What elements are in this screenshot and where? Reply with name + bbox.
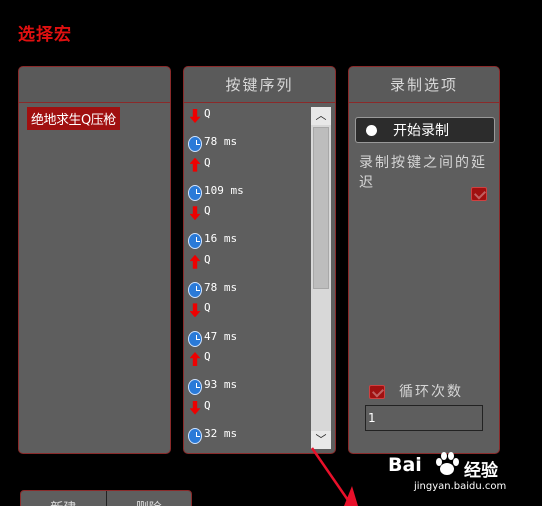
watermark-url: jingyan.baidu.com xyxy=(414,481,507,492)
watermark-cn-text: 经验 xyxy=(464,461,498,481)
baidu-watermark: Bai 经验 jingyan.baidu.com xyxy=(388,448,538,498)
watermark-logo-text: Bai xyxy=(388,454,422,476)
annotation-arrow-icon xyxy=(310,447,358,506)
paw-icon xyxy=(436,452,459,475)
